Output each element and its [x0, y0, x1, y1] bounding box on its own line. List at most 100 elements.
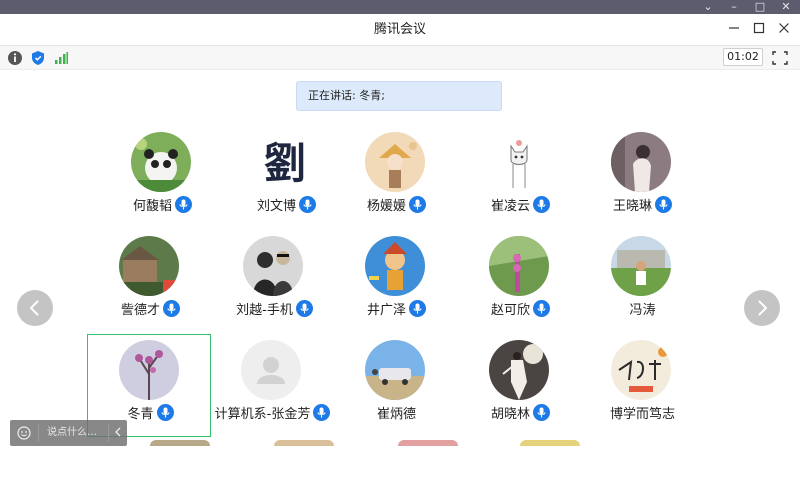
- participant-name-row: 杨媛媛: [334, 194, 459, 214]
- partial-avatar: [520, 440, 580, 446]
- participant-name-row: 崔凌云: [458, 194, 583, 214]
- participant-name-row: 崔炳德: [334, 402, 459, 422]
- participant-name: 胡晓林: [490, 407, 530, 422]
- participant-name: 冯涛: [629, 303, 656, 318]
- participant-tile[interactable]: 訾德才: [88, 236, 213, 334]
- participant-name: 刘越-手机: [236, 303, 293, 318]
- participant-name-row: 井广泽: [334, 298, 459, 318]
- participant-name-row: 王晓琳: [580, 194, 705, 214]
- participant-name: 刘文博: [256, 199, 296, 214]
- participant-name: 崔炳德: [376, 407, 416, 422]
- participant-name-row: 博学而笃志: [580, 402, 705, 422]
- avatar: [489, 132, 549, 192]
- next-page-button[interactable]: [744, 290, 780, 326]
- avatar: [489, 236, 549, 296]
- avatar: [611, 340, 671, 400]
- outer-minimize-button[interactable]: –: [722, 0, 746, 14]
- microphone-icon[interactable]: [409, 300, 426, 317]
- avatar: [611, 236, 671, 296]
- emoji-icon[interactable]: [17, 426, 31, 440]
- collapse-chat-button[interactable]: [108, 424, 126, 442]
- participant-tile[interactable]: 何馥韬: [100, 132, 225, 230]
- participant-tile[interactable]: 刘越-手机: [212, 236, 337, 334]
- participant-tile[interactable]: 王晓琳: [580, 132, 705, 230]
- participant-name: 井广泽: [366, 303, 406, 318]
- meeting-toolbar: 01:02: [0, 46, 800, 70]
- participant-name: 訾德才: [120, 303, 160, 318]
- previous-page-button[interactable]: [17, 290, 53, 326]
- meeting-timer: 01:02: [723, 48, 763, 66]
- microphone-icon[interactable]: [163, 300, 180, 317]
- minimize-icon: [729, 27, 739, 29]
- signal-strength-icon[interactable]: [53, 50, 69, 66]
- microphone-icon[interactable]: [295, 300, 313, 317]
- maximize-button[interactable]: [748, 20, 770, 40]
- chevron-left-icon: [29, 300, 39, 316]
- participant-name: 崔凌云: [490, 199, 530, 214]
- participant-name: 杨媛媛: [366, 199, 406, 214]
- participant-name-row: 何馥韬: [100, 194, 225, 214]
- participant-name-row: 胡晓林: [458, 402, 583, 422]
- close-button[interactable]: [773, 20, 795, 40]
- partial-avatar: [398, 440, 458, 446]
- calligraphy-text: 劉: [264, 139, 306, 188]
- chat-input[interactable]: 说点什么…: [47, 420, 97, 446]
- participant-name: 王晓琳: [612, 199, 652, 214]
- minimize-button[interactable]: [723, 20, 745, 40]
- participant-tile[interactable]: 胡晓林: [458, 340, 583, 438]
- close-icon: [779, 23, 789, 33]
- participant-name: 何馥韬: [132, 199, 172, 214]
- speaking-indicator: 正在讲话: 冬青;: [296, 81, 502, 111]
- outer-maximize-button[interactable]: □: [748, 0, 772, 14]
- participant-tile[interactable]: 崔炳德: [334, 340, 459, 438]
- partial-avatar: [150, 440, 210, 446]
- chevron-down-icon[interactable]: ⌄: [696, 0, 720, 14]
- participant-name: 博学而笃志: [609, 407, 675, 422]
- participant-name-row: 冯涛: [580, 298, 705, 318]
- participant-tile[interactable]: 计算机系-张金芳: [210, 340, 335, 438]
- participant-name-row: 刘文博: [224, 194, 349, 214]
- info-icon[interactable]: [7, 50, 23, 66]
- microphone-icon[interactable]: [533, 404, 550, 421]
- partial-avatar: [274, 440, 334, 446]
- participant-name-row: 计算机系-张金芳: [210, 402, 335, 422]
- participant-name: 赵可欣: [490, 303, 530, 318]
- avatar: [241, 340, 301, 400]
- chevron-left-icon: [114, 427, 120, 437]
- chat-bar: 说点什么…: [10, 420, 127, 446]
- microphone-icon[interactable]: [175, 196, 192, 213]
- participant-tile[interactable]: 冯涛: [580, 236, 705, 334]
- microphone-icon[interactable]: [533, 300, 550, 317]
- participant-tile[interactable]: 井广泽: [334, 236, 459, 334]
- avatar: [611, 132, 671, 192]
- maximize-icon: [753, 22, 765, 34]
- microphone-icon[interactable]: [533, 196, 550, 213]
- avatar: [119, 236, 179, 296]
- avatar: [243, 236, 303, 296]
- participant-tile[interactable]: 赵可欣: [458, 236, 583, 334]
- fullscreen-icon[interactable]: [771, 50, 789, 66]
- security-shield-icon[interactable]: [30, 50, 46, 66]
- microphone-icon[interactable]: [299, 196, 316, 213]
- microphone-icon[interactable]: [313, 404, 331, 421]
- participant-name: 计算机系-张金芳: [214, 407, 311, 422]
- microphone-icon[interactable]: [409, 196, 426, 213]
- microphone-icon[interactable]: [655, 196, 672, 213]
- avatar: [365, 340, 425, 400]
- avatar: 劉: [255, 132, 315, 192]
- title-bar: 腾讯会议: [0, 14, 800, 46]
- participant-tile[interactable]: 劉 刘文博: [224, 132, 349, 230]
- participant-name-row: 刘越-手机: [212, 298, 337, 318]
- participant-tile[interactable]: 崔凌云: [458, 132, 583, 230]
- avatar: [365, 132, 425, 192]
- outer-close-button[interactable]: ✕: [774, 0, 798, 14]
- chat-divider: [38, 424, 39, 442]
- avatar: [365, 236, 425, 296]
- avatar: [489, 340, 549, 400]
- participant-name-row: 訾德才: [88, 298, 213, 318]
- participant-tile[interactable]: 杨媛媛: [334, 132, 459, 230]
- participant-tile[interactable]: 博学而笃志: [580, 340, 705, 438]
- avatar: [131, 132, 191, 192]
- window-title: 腾讯会议: [373, 22, 426, 37]
- chevron-right-icon: [758, 300, 768, 316]
